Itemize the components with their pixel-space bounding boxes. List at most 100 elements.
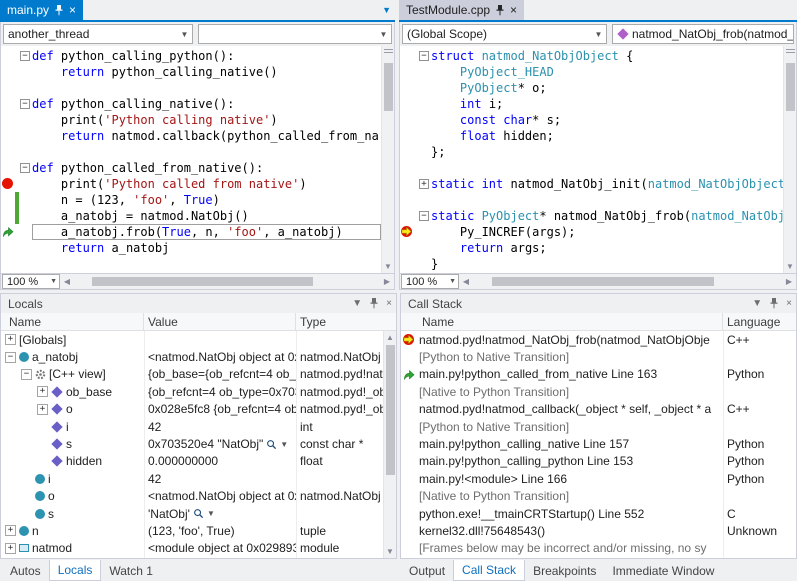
locals-value-cell[interactable]: {ob_base={ob_refcnt=4 ob_ty bbox=[144, 366, 296, 383]
locals-row[interactable]: +o0x028e5fc8 {ob_refcnt=4 ob_natmod.pyd!… bbox=[1, 401, 396, 418]
panel-tab-autos[interactable]: Autos bbox=[2, 560, 49, 581]
scrollbar-track[interactable] bbox=[473, 277, 782, 286]
locals-row[interactable]: s0x703520e4 "NatObj"▼const char * bbox=[1, 435, 396, 452]
code-editor-testmodule-cpp[interactable]: − struct natmod_NatObjObject { PyObject_H… bbox=[399, 46, 797, 273]
locals-row[interactable]: hidden0.000000000float bbox=[1, 453, 396, 470]
code-text[interactable]: static PyObject* natmod_NatObj_frob(natm… bbox=[431, 208, 783, 224]
breakpoint-margin[interactable] bbox=[400, 64, 414, 80]
breakpoint-margin[interactable] bbox=[400, 48, 414, 64]
locals-value-cell[interactable] bbox=[144, 331, 296, 348]
breakpoint-margin[interactable] bbox=[1, 96, 15, 112]
member-dropdown[interactable]: natmod_NatObj_frob(natmod_ ▼ bbox=[612, 24, 794, 44]
pin-icon[interactable] bbox=[769, 298, 779, 309]
code-text[interactable]: PyObject_HEAD bbox=[431, 64, 783, 80]
scrollbar-thumb[interactable] bbox=[92, 277, 312, 286]
locals-row[interactable]: +n(123, 'foo', True)tuple bbox=[1, 522, 396, 539]
code-text[interactable]: float hidden; bbox=[431, 128, 783, 144]
breakpoint-icon[interactable] bbox=[1, 176, 15, 192]
callstack-frame-row[interactable]: natmod.pyd!natmod_callback(_object * sel… bbox=[401, 401, 796, 418]
code-text[interactable]: return natmod.callback(python_called_fro… bbox=[32, 128, 381, 144]
tree-expander-icon[interactable]: + bbox=[5, 334, 16, 345]
pin-icon[interactable] bbox=[495, 5, 505, 16]
panel-tab-call-stack[interactable]: Call Stack bbox=[453, 560, 525, 581]
locals-value-cell[interactable]: <natmod.NatObj object at 0x bbox=[144, 488, 296, 505]
code-text[interactable]: } bbox=[431, 256, 783, 272]
pin-icon[interactable] bbox=[369, 298, 379, 309]
vertical-scrollbar[interactable]: ▼ bbox=[381, 46, 394, 273]
pin-icon[interactable] bbox=[54, 5, 64, 16]
code-text[interactable]: const char* s; bbox=[431, 112, 783, 128]
outline-collapse-box[interactable]: − bbox=[419, 211, 429, 221]
callstack-frame-row[interactable]: [Python to Native Transition] bbox=[401, 348, 796, 365]
breakpoint-margin[interactable] bbox=[400, 112, 414, 128]
panel-tab-locals[interactable]: Locals bbox=[49, 560, 102, 581]
splitter-grip-icon[interactable] bbox=[786, 49, 795, 55]
breakpoint-margin[interactable] bbox=[1, 240, 15, 256]
scroll-left-icon[interactable]: ◀ bbox=[60, 277, 74, 286]
callstack-frame-row[interactable]: python.exe!__tmainCRTStartup() Line 552C bbox=[401, 505, 796, 522]
code-text[interactable]: PyObject* o; bbox=[431, 80, 783, 96]
locals-value-cell[interactable]: 42 bbox=[144, 418, 296, 435]
locals-row[interactable]: s'NatObj'▼ bbox=[1, 505, 396, 522]
tree-expander-icon[interactable]: − bbox=[21, 369, 32, 380]
tab-overflow-icon[interactable]: ▼ bbox=[378, 5, 395, 15]
close-icon[interactable]: × bbox=[510, 4, 517, 16]
code-text[interactable] bbox=[32, 144, 381, 160]
callstack-frame-row[interactable]: main.py!python_calling_native Line 157Py… bbox=[401, 435, 796, 452]
breakpoint-margin[interactable] bbox=[1, 48, 15, 64]
panel-tab-output[interactable]: Output bbox=[401, 560, 453, 581]
tab-main-py[interactable]: main.py × bbox=[0, 0, 83, 20]
column-header-name[interactable]: Name bbox=[401, 313, 723, 330]
column-divider[interactable] bbox=[296, 331, 297, 558]
tree-expander-icon[interactable]: + bbox=[37, 386, 48, 397]
code-text[interactable]: def python_calling_native(): bbox=[32, 96, 381, 112]
tree-expander-icon[interactable]: + bbox=[5, 525, 16, 536]
code-text[interactable]: print('Python calling native') bbox=[32, 112, 381, 128]
locals-row[interactable]: +ob_base{ob_refcnt=4 ob_type=0x703natmod… bbox=[1, 383, 396, 400]
callstack-frame-row[interactable]: [Python to Native Transition] bbox=[401, 418, 796, 435]
locals-row[interactable]: −[C++ view]{ob_base={ob_refcnt=4 ob_tyna… bbox=[1, 366, 396, 383]
callstack-frame-row[interactable]: main.py!<module> Line 166Python bbox=[401, 470, 796, 487]
panel-tab-immediate-window[interactable]: Immediate Window bbox=[604, 560, 722, 581]
tree-expander-icon[interactable]: + bbox=[37, 404, 48, 415]
scroll-down-icon[interactable]: ▼ bbox=[384, 547, 396, 556]
locals-value-cell[interactable]: <module object at 0x029893f bbox=[144, 540, 296, 557]
locals-value-cell[interactable]: (123, 'foo', True) bbox=[144, 522, 296, 539]
scrollbar-thumb[interactable] bbox=[384, 63, 393, 111]
breakpoint-margin[interactable] bbox=[400, 176, 414, 192]
code-text-area[interactable]: − struct natmod_NatObjObject { PyObject_H… bbox=[400, 48, 783, 273]
tree-expander-icon[interactable]: + bbox=[5, 543, 16, 554]
locals-value-cell[interactable]: 0x703520e4 "NatObj"▼ bbox=[144, 435, 296, 452]
callstack-frame-row[interactable]: [Native to Python Transition] bbox=[401, 383, 796, 400]
callstack-frame-row[interactable]: natmod.pyd!natmod_NatObj_frob(natmod_Nat… bbox=[401, 331, 796, 348]
locals-row[interactable]: +natmod<module object at 0x029893fmodule bbox=[1, 540, 396, 557]
vertical-scrollbar[interactable]: ▼ bbox=[783, 46, 796, 273]
code-text[interactable]: n = (123, 'foo', True) bbox=[32, 192, 381, 208]
breakpoint-margin[interactable] bbox=[400, 160, 414, 176]
horizontal-scrollbar-left[interactable]: 100 % ▼ ◀ ▶ bbox=[0, 273, 395, 290]
breakpoint-margin[interactable] bbox=[400, 208, 414, 224]
breakpoint-margin[interactable] bbox=[1, 208, 15, 224]
tree-expander-icon[interactable]: − bbox=[5, 352, 16, 363]
magnifier-icon[interactable] bbox=[266, 439, 277, 450]
horizontal-scrollbar-right[interactable]: 100 % ▼ ◀ ▶ bbox=[399, 273, 797, 290]
breakpoint-current-statement-icon[interactable] bbox=[400, 224, 414, 240]
zoom-dropdown[interactable]: 100 % ▼ bbox=[401, 274, 459, 289]
scrollbar-thumb[interactable] bbox=[386, 345, 395, 475]
locals-row[interactable]: −a_natobj<natmod.NatObj object at 0xnatm… bbox=[1, 348, 396, 365]
scope-dropdown[interactable]: another_thread ▼ bbox=[3, 24, 193, 44]
locals-title-bar[interactable]: Locals ▼ × bbox=[1, 294, 396, 313]
scroll-right-icon[interactable]: ▶ bbox=[380, 277, 394, 286]
code-text[interactable]: print('Python called from native') bbox=[32, 176, 381, 192]
scroll-left-icon[interactable]: ◀ bbox=[459, 277, 473, 286]
breakpoint-margin[interactable] bbox=[1, 80, 15, 96]
locals-value-cell[interactable]: 42 bbox=[144, 470, 296, 487]
code-text[interactable]: return a_natobj bbox=[32, 240, 381, 256]
code-text[interactable]: struct natmod_NatObjObject { bbox=[431, 48, 783, 64]
code-text[interactable]: static int natmod_NatObj_init(natmod_Nat… bbox=[431, 176, 783, 192]
visualizer-dropdown-icon[interactable]: ▼ bbox=[280, 440, 288, 449]
scroll-up-icon[interactable]: ▲ bbox=[384, 333, 396, 342]
locals-value-cell[interactable]: 'NatObj'▼ bbox=[144, 505, 296, 522]
breakpoint-margin[interactable] bbox=[1, 128, 15, 144]
locals-value-cell[interactable]: 0x028e5fc8 {ob_refcnt=4 ob_ bbox=[144, 401, 296, 418]
